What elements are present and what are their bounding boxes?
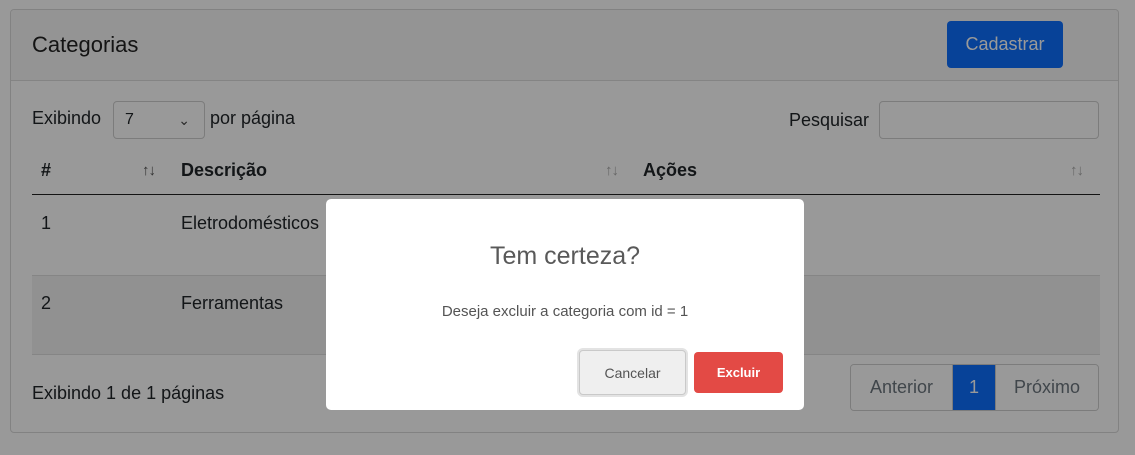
- delete-button[interactable]: Excluir: [694, 352, 783, 393]
- page: Categorias Cadastrar Exibindo 7 ⌄ por pá…: [0, 0, 1135, 455]
- dialog-title: Tem certeza?: [489, 242, 641, 270]
- dialog-message: Deseja excluir a categoria com id = 1: [441, 303, 689, 320]
- cancel-button[interactable]: Cancelar: [579, 350, 686, 395]
- confirm-dialog: Tem certeza? Deseja excluir a categoria …: [326, 199, 804, 410]
